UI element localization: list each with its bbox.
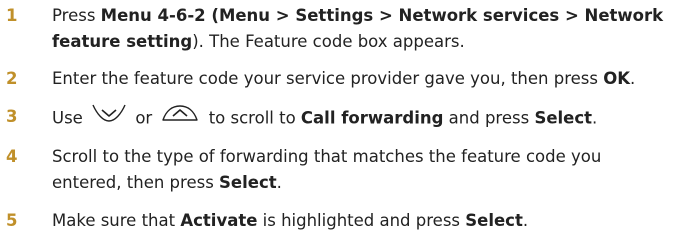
activate-label: Activate <box>180 211 258 230</box>
step-2: 2 Enter the feature code your service pr… <box>0 66 690 94</box>
step-text-run: Use <box>52 108 89 128</box>
step-text-run: . <box>630 69 636 88</box>
step-text-run: Make sure that <box>52 211 181 230</box>
menu-path-end: feature setting <box>52 32 193 51</box>
step-text: Use or to scroll to Call forwarding and … <box>52 104 688 134</box>
scroll-down-key-icon <box>91 102 127 132</box>
select-key-label: Select <box>219 173 277 192</box>
step-text-run: Scroll to the type of forwarding that ma… <box>52 147 602 166</box>
step-number: 1 <box>6 6 18 25</box>
step-1: 1 Press Menu 4-6-2 (Menu > Settings > Ne… <box>0 3 690 57</box>
step-text-continued: feature setting). The Feature code box a… <box>52 29 688 55</box>
step-text-run: . <box>276 173 282 192</box>
step-text: Enter the feature code your service prov… <box>52 66 688 92</box>
step-text-run: is highlighted and press <box>257 211 466 230</box>
step-text-run: ). The Feature code box appears. <box>192 32 465 51</box>
step-text-run: Enter the feature code your service prov… <box>52 69 604 88</box>
select-key-label: Select <box>534 108 593 128</box>
call-forwarding-label: Call forwarding <box>300 108 444 128</box>
step-text-run: or <box>130 108 158 128</box>
step-5: 5 Make sure that Activate is highlighted… <box>0 208 690 236</box>
step-text-run: . <box>592 108 598 128</box>
step-number: 5 <box>6 211 18 230</box>
step-text-run: Press <box>52 6 101 25</box>
step-text-run: to scroll to <box>203 108 301 128</box>
step-text-run: . <box>522 211 529 230</box>
step-4: 4 Scroll to the type of forwarding that … <box>0 144 690 198</box>
step-3: 3 Use or to scroll to Call forwarding an… <box>0 104 690 132</box>
ok-key-label: OK <box>603 69 631 88</box>
step-number: 4 <box>6 147 18 166</box>
step-number: 2 <box>6 69 18 88</box>
step-text: Make sure that Activate is highlighted a… <box>52 208 688 234</box>
step-number: 3 <box>6 107 18 126</box>
step-text-run: entered, then press <box>52 173 220 192</box>
step-text-run: and press <box>443 108 535 128</box>
step-text: Scroll to the type of forwarding that ma… <box>52 144 688 170</box>
select-key-label: Select <box>465 211 523 230</box>
step-text-continued: entered, then press Select. <box>52 170 688 196</box>
scroll-up-key-icon <box>160 103 200 131</box>
menu-path: Menu 4-6-2 (Menu > Settings > Network se… <box>100 6 664 25</box>
step-text: Press Menu 4-6-2 (Menu > Settings > Netw… <box>52 3 688 29</box>
